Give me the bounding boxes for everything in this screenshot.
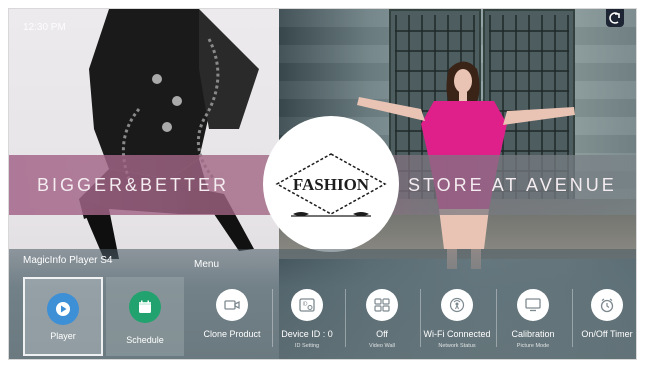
fashion-logo-art: FASHION: [275, 153, 387, 217]
exit-icon[interactable]: [606, 9, 624, 27]
menu-item-picture-mode[interactable]: Calibration Picture Mode: [493, 277, 573, 356]
menu-item-sublabel: ID Setting: [294, 343, 320, 349]
clock-time: 12:30 PM: [23, 22, 66, 33]
network-icon: [441, 289, 473, 321]
menu-item-video-wall[interactable]: Off Video Wall: [342, 277, 422, 356]
menu-item-device-id[interactable]: ID Device ID : 0 ID Setting: [267, 277, 347, 356]
menu-item-sublabel: Picture Mode: [516, 343, 550, 349]
video-wall-icon: [366, 289, 398, 321]
signage-screen: BIGGER&BETTER STORE AT AVENUE FASHION 12…: [9, 9, 636, 359]
menu-item-label: Schedule: [126, 335, 164, 345]
menu-title: Menu: [194, 259, 220, 270]
boot-image: [79, 9, 259, 259]
menu-item-label: Player: [50, 331, 76, 341]
menu-item-sublabel: Video Wall: [369, 343, 395, 349]
fashion-logo: FASHION: [263, 116, 399, 252]
menu-item-clone-product[interactable]: Clone Product: [192, 277, 272, 356]
fashion-logo-text: FASHION: [293, 175, 370, 194]
menu-item-on-off-timer[interactable]: On/Off Timer: [567, 277, 636, 356]
menu-item-label: On/Off Timer: [581, 329, 633, 339]
menu-item-sublabel: Network Status: [438, 343, 476, 349]
menu-item-label: Calibration: [511, 329, 555, 339]
svg-text:ID: ID: [303, 302, 308, 308]
menu-item-network[interactable]: Wi-Fi Connected Network Status: [417, 277, 497, 356]
menu-item-label: Wi-Fi Connected: [423, 329, 491, 339]
clone-icon: [216, 289, 248, 321]
play-icon: [47, 293, 79, 325]
menu-item-schedule[interactable]: Schedule: [106, 277, 184, 356]
menu-item-label: Off: [376, 329, 388, 339]
device-id-icon: ID: [291, 289, 323, 321]
clock-icon: [591, 289, 623, 321]
monitor-icon: [517, 289, 549, 321]
menu-item-player[interactable]: Player: [23, 277, 103, 356]
calendar-icon: [129, 291, 161, 323]
menu-item-label: Clone Product: [203, 329, 261, 339]
player-title: MagicInfo Player S4: [23, 255, 113, 266]
banner-right-text: STORE AT AVENUE: [408, 175, 617, 195]
banner-left-text: BIGGER&BETTER: [37, 175, 230, 195]
menu-item-label: Device ID : 0: [281, 329, 333, 339]
